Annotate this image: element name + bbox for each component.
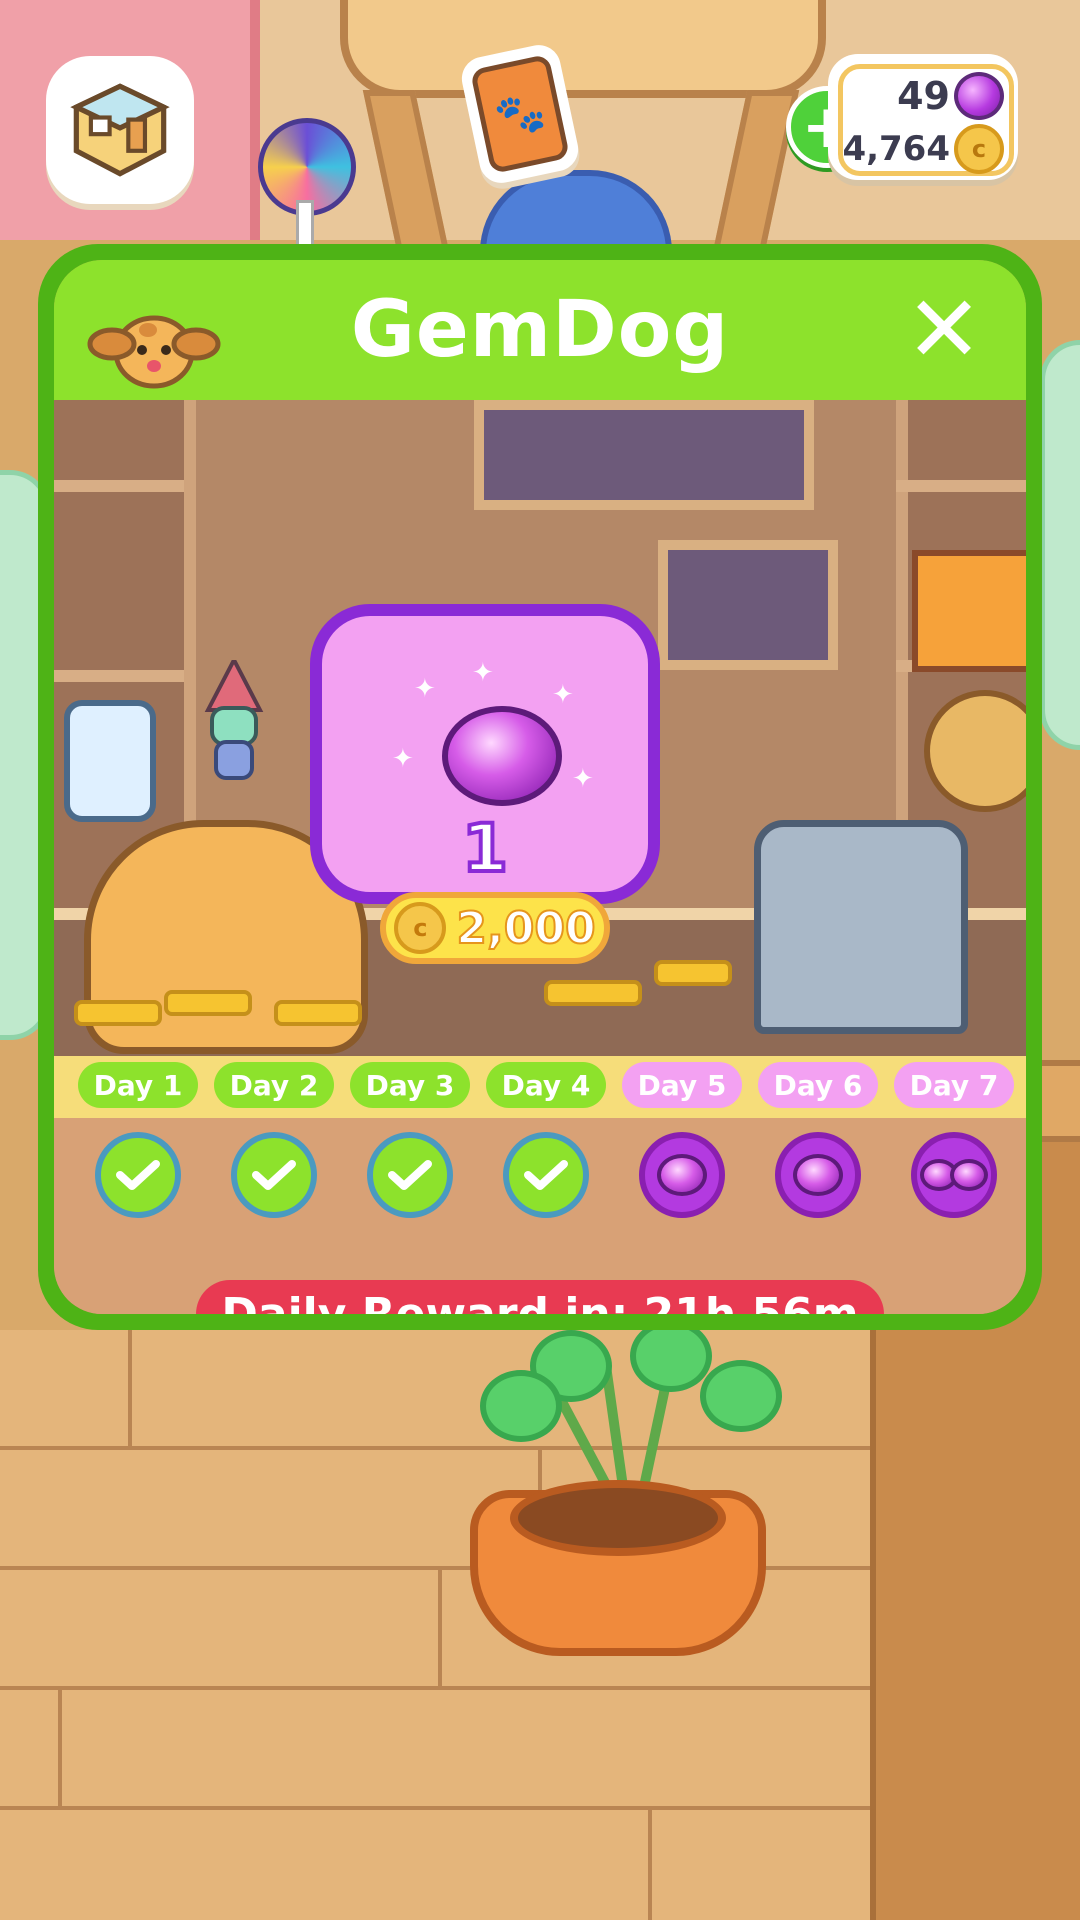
check-icon xyxy=(116,1160,160,1190)
sparkle-icon: ✦ xyxy=(572,764,594,794)
fish-box xyxy=(912,550,1026,672)
day-label: Day 1 xyxy=(78,1062,198,1108)
coin-stack xyxy=(164,990,252,1016)
milk-jar xyxy=(64,700,156,822)
check-icon xyxy=(388,1160,432,1190)
daily-streak: Day 1 Day 2 Day 3 Day 4 Day 5 Day 6 Day … xyxy=(54,1056,1026,1314)
day-7: Day 7 xyxy=(894,1062,1014,1108)
coin-icon: c xyxy=(394,902,447,954)
cat-picture-frame xyxy=(658,540,838,670)
check-icon xyxy=(524,1160,568,1190)
day-6-reward xyxy=(775,1132,861,1218)
plant-pot-rim xyxy=(510,1480,726,1556)
coin-balance: 4,764 c xyxy=(842,124,1004,174)
dialog-title: GemDog xyxy=(350,285,730,375)
room-icon xyxy=(70,83,170,177)
day-1-claimed xyxy=(95,1132,181,1218)
day-label: Day 3 xyxy=(350,1062,470,1108)
paw-icon: 🐾 xyxy=(469,53,571,175)
gem-count: 49 xyxy=(897,74,950,118)
side-panel-right xyxy=(1040,340,1080,750)
plant-leaf xyxy=(700,1360,782,1432)
gem-icon xyxy=(442,706,562,806)
sparkle-icon: ✦ xyxy=(552,680,574,710)
price-label: 2,000 xyxy=(455,902,596,955)
day-label: Day 4 xyxy=(486,1062,606,1108)
coin-stack xyxy=(74,1000,162,1026)
buy-button[interactable]: c 2,000 xyxy=(380,892,610,964)
shelf-plank xyxy=(54,670,184,682)
day-7-reward xyxy=(911,1132,997,1218)
picture-frame xyxy=(474,400,814,510)
plant-leaf xyxy=(480,1370,562,1442)
day-2: Day 2 xyxy=(214,1062,334,1108)
coin-stack xyxy=(544,980,642,1006)
gnome-figure xyxy=(204,660,264,780)
gem-icon xyxy=(954,72,1004,120)
sparkle-icon: ✦ xyxy=(414,674,436,704)
gem-icon xyxy=(950,1159,988,1191)
day-label: Day 5 xyxy=(622,1062,742,1108)
check-icon xyxy=(252,1160,296,1190)
coin-icon: c xyxy=(954,124,1004,174)
sparkle-icon: ✦ xyxy=(472,658,494,688)
close-button[interactable]: ✕ xyxy=(904,284,984,376)
sparkle-icon: ✦ xyxy=(392,744,414,774)
gem-icon xyxy=(793,1154,843,1196)
day-3-claimed xyxy=(367,1132,453,1218)
day-6: Day 6 xyxy=(758,1062,878,1108)
gem-offer-card[interactable]: ✦ ✦ ✦ ✦ ✦ 1 xyxy=(310,604,660,904)
gem-balance: 49 xyxy=(897,72,1004,120)
day-label: Day 7 xyxy=(894,1062,1014,1108)
daily-reward-timer: Daily Reward in: 21h 56m xyxy=(196,1280,884,1314)
currency-panel: 49 4,764 c xyxy=(828,54,1018,180)
day-label: Day 2 xyxy=(214,1062,334,1108)
cash-register xyxy=(754,820,968,1034)
gem-icon xyxy=(657,1154,707,1196)
plant-leaf xyxy=(630,1320,712,1392)
day-5: Day 5 xyxy=(622,1062,742,1108)
shelf-plank xyxy=(896,480,1026,492)
reward-amount: 1 xyxy=(460,808,510,889)
coin-stack xyxy=(274,1000,362,1026)
room-button[interactable] xyxy=(46,56,194,204)
day-1: Day 1 xyxy=(78,1062,198,1108)
day-3: Day 3 xyxy=(350,1062,470,1108)
day-5-reward xyxy=(639,1132,725,1218)
stool xyxy=(340,0,826,98)
day-label: Day 6 xyxy=(758,1062,878,1108)
day-2-claimed xyxy=(231,1132,317,1218)
day-4-claimed xyxy=(503,1132,589,1218)
day-4: Day 4 xyxy=(486,1062,606,1108)
coin-stack xyxy=(654,960,732,986)
shelf-plank xyxy=(54,480,184,492)
coin-count: 4,764 xyxy=(842,129,950,169)
